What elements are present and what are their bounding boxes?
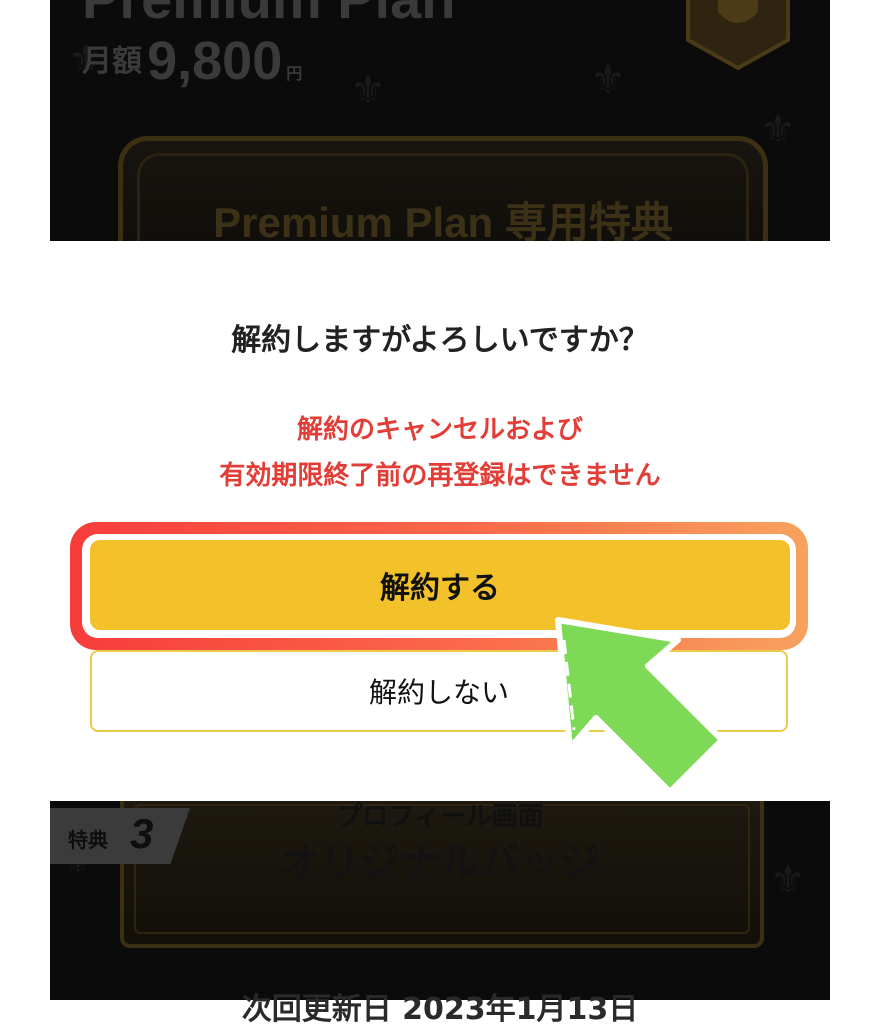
- plan-title: Premium Plan: [82, 0, 455, 31]
- price-label: 月額: [82, 44, 142, 79]
- price-value: 9,800: [147, 31, 283, 91]
- pointer-arrow-icon: [555, 617, 725, 795]
- dialog-warning-line-2: 有効期限終了前の再登録はできません: [219, 461, 661, 491]
- dialog-title: 解約しますがよろしいですか？: [231, 323, 649, 358]
- price-unit: 円: [286, 64, 303, 83]
- plan-price: 月額 9,800 円: [82, 30, 302, 92]
- decorative-pattern: ⚜: [760, 107, 796, 153]
- shield-badge-icon: [686, 0, 790, 70]
- decorative-pattern: ⚜: [350, 67, 386, 113]
- decorative-pattern: ⚜: [590, 57, 626, 103]
- renewal-date-text: 次回更新日 2023年1月13日: [241, 992, 639, 1027]
- benefit-card-title: オリジナルバッジ: [280, 840, 600, 886]
- dialog-warning-line-1: 解約のキャンセルおよび: [296, 415, 583, 445]
